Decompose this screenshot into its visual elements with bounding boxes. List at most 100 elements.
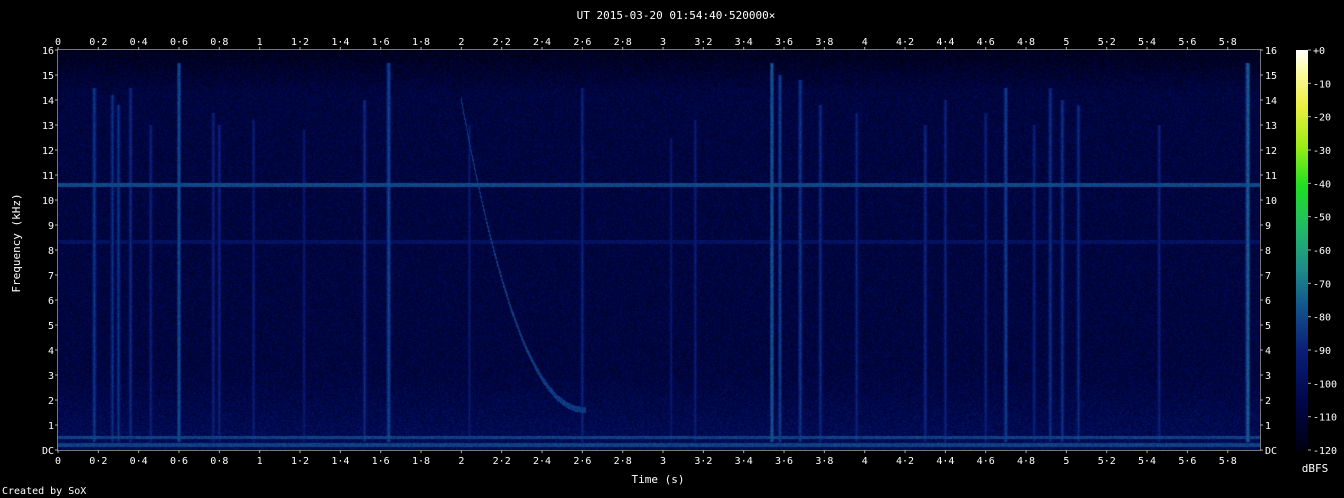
y-tick-label: 4 <box>48 346 54 357</box>
x-tick-label: 4 <box>862 456 868 467</box>
x-tick-label: 0·2 <box>89 456 107 467</box>
y-tick-label-right: 13 <box>1265 121 1277 132</box>
x-tick-label: 3·6 <box>775 456 793 467</box>
y-tick-label-right: 9 <box>1265 221 1271 232</box>
x-tick-label: 1 <box>257 456 263 467</box>
x-tick-label-top: 2·6 <box>573 37 591 48</box>
x-tick-label-top: 4·8 <box>1017 37 1035 48</box>
x-axis-bottom: 0 0·2 0·4 0·6 0·8 1 1·2 1·4 1·6 1·8 2 2·2 2·4 2·6 2·8 3… <box>55 450 1237 467</box>
x-tick-label: 1·8 <box>412 456 430 467</box>
x-tick-label: 5 <box>1063 456 1069 467</box>
y-axis-right: DC12345678910111213141516 <box>1260 46 1277 457</box>
x-tick-label-top: 1 <box>257 37 263 48</box>
y-tick-label-right: 11 <box>1265 171 1277 182</box>
x-tick-label-top: 0 <box>55 37 61 48</box>
x-tick-label-top: 3·2 <box>694 37 712 48</box>
y-tick-label: 15 <box>42 71 54 82</box>
x-tick-label-top: 1·6 <box>372 37 390 48</box>
x-tick-label-top: 1·4 <box>331 37 349 48</box>
x-tick-label: 2 <box>458 456 464 467</box>
y-tick-label: 3 <box>48 371 54 382</box>
x-tick-label: 3·8 <box>815 456 833 467</box>
spectrogram-plot <box>58 50 1260 450</box>
y-tick-label-right: 12 <box>1265 146 1277 157</box>
y-tick-label-right: 4 <box>1265 346 1271 357</box>
x-tick-label-top: 5 <box>1063 37 1069 48</box>
x-tick-label: 3·2 <box>694 456 712 467</box>
colorbar-tick-label: -70 <box>1313 279 1331 290</box>
x-tick-label-top: 2 <box>458 37 464 48</box>
colorbar-tick-label: -90 <box>1313 346 1331 357</box>
x-tick-label-top: 0·2 <box>89 37 107 48</box>
y-tick-label-right: DC <box>1265 446 1277 457</box>
x-tick-label-top: 4·4 <box>936 37 954 48</box>
x-tick-label-top: 3·6 <box>775 37 793 48</box>
x-tick-label: 4·6 <box>977 456 995 467</box>
colorbar-tick-label: -60 <box>1313 246 1331 257</box>
y-tick-label: 8 <box>48 246 54 257</box>
y-tick-label: 16 <box>42 46 54 57</box>
x-tick-label-top: 1·8 <box>412 37 430 48</box>
y-tick-label-right: 6 <box>1265 296 1271 307</box>
y-axis-label: Frequency (kHz) <box>10 193 23 292</box>
x-tick-label-top: 5·2 <box>1098 37 1116 48</box>
x-tick-label: 3 <box>660 456 666 467</box>
x-tick-label-top: 4·2 <box>896 37 914 48</box>
y-tick-label-right: 1 <box>1265 421 1271 432</box>
x-tick-label: 5·2 <box>1098 456 1116 467</box>
x-tick-label-top: 0·4 <box>130 37 148 48</box>
colorbar-tick-label: -10 <box>1313 79 1331 90</box>
x-tick-label: 0·6 <box>170 456 188 467</box>
y-axis-left: DC12345678910111213141516 <box>42 46 58 457</box>
x-tick-label-top: 2·4 <box>533 37 551 48</box>
y-tick-label-right: 14 <box>1265 96 1277 107</box>
y-tick-label-right: 10 <box>1265 196 1277 207</box>
y-tick-label-right: 3 <box>1265 371 1271 382</box>
x-tick-label-top: 5·6 <box>1178 37 1196 48</box>
colorbar-tick-label: -80 <box>1313 313 1331 324</box>
x-tick-label-top: 4·6 <box>977 37 995 48</box>
x-tick-label: 3·4 <box>735 456 753 467</box>
colorbar-tick-label: +0 <box>1313 46 1325 57</box>
y-tick-label-right: 2 <box>1265 396 1271 407</box>
x-tick-label: 1·6 <box>372 456 390 467</box>
spectrogram-chart: UT 2015-03-20 01:54:40·520000× 0 0·2 0·4 0·… <box>2 9 1337 497</box>
y-tick-label: 12 <box>42 146 54 157</box>
y-tick-label-right: 8 <box>1265 246 1271 257</box>
x-tick-label-top: 4 <box>862 37 868 48</box>
y-tick-label: 10 <box>42 196 54 207</box>
x-tick-label: 2·4 <box>533 456 551 467</box>
colorbar-tick-label: -110 <box>1313 413 1337 424</box>
y-tick-label-right: 15 <box>1265 71 1277 82</box>
x-tick-label: 4·4 <box>936 456 954 467</box>
x-tick-label: 0·4 <box>130 456 148 467</box>
x-tick-label: 4·8 <box>1017 456 1035 467</box>
x-tick-label: 0·8 <box>210 456 228 467</box>
x-tick-label: 2·2 <box>493 456 511 467</box>
y-tick-label: 13 <box>42 121 54 132</box>
y-tick-label: 11 <box>42 171 54 182</box>
y-tick-label-right: 5 <box>1265 321 1271 332</box>
footer-credit: Created by SoX <box>2 486 86 497</box>
colorbar <box>1296 50 1308 450</box>
x-tick-label: 5·4 <box>1138 456 1156 467</box>
x-tick-label-top: 0·6 <box>170 37 188 48</box>
x-tick-label-top: 2·2 <box>493 37 511 48</box>
colorbar-tick-label: -40 <box>1313 179 1331 190</box>
x-tick-label: 5·6 <box>1178 456 1196 467</box>
x-axis-label: Time (s) <box>632 473 685 486</box>
x-tick-label-top: 1·2 <box>291 37 309 48</box>
colorbar-tick-label: -120 <box>1313 446 1337 457</box>
y-tick-label: 9 <box>48 221 54 232</box>
y-tick-label: 14 <box>42 96 54 107</box>
x-tick-label-top: 5·4 <box>1138 37 1156 48</box>
y-tick-label: 2 <box>48 396 54 407</box>
x-tick-label: 2·8 <box>614 456 632 467</box>
colorbar-ticks: +0 -10 -20 -30 -40 -50 -60 -70 -80 -90 -100 -110 -12… <box>1308 46 1337 457</box>
x-tick-label: 5·8 <box>1219 456 1237 467</box>
x-tick-label-top: 3 <box>660 37 666 48</box>
x-tick-label-top: 3·8 <box>815 37 833 48</box>
y-tick-label: 6 <box>48 296 54 307</box>
x-tick-label: 2·6 <box>573 456 591 467</box>
x-tick-label-top: 0·8 <box>210 37 228 48</box>
